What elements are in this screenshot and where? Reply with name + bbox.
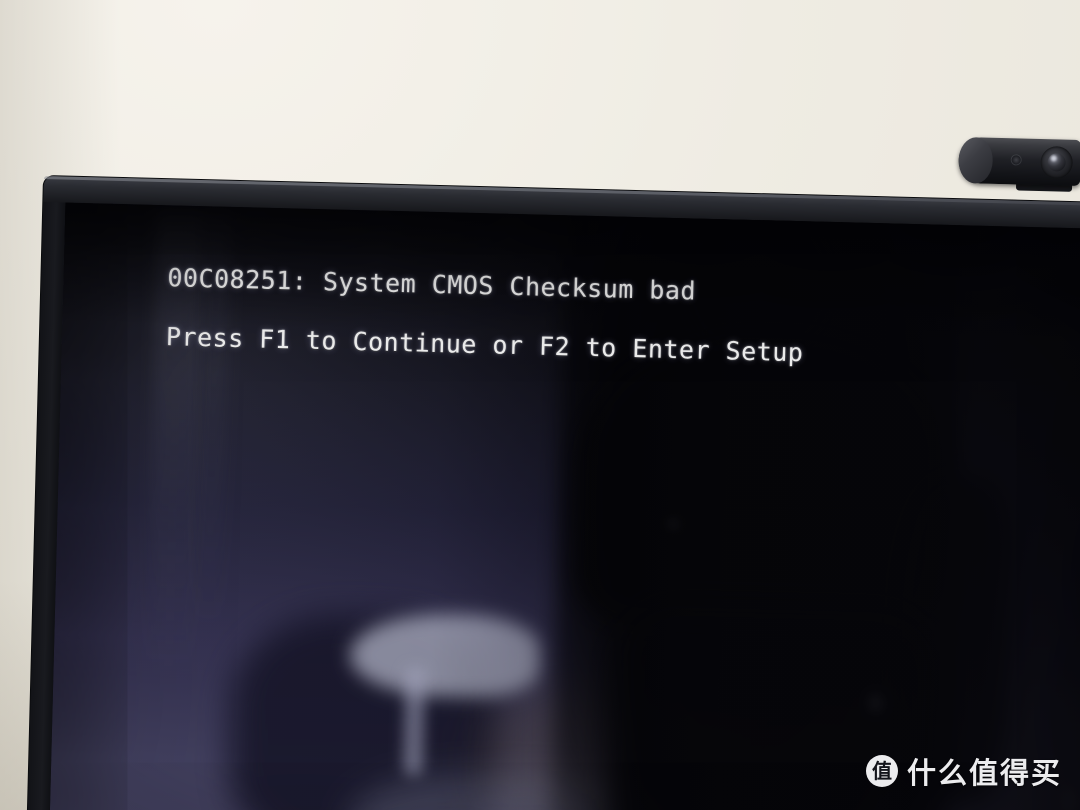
screen-panel: 00C08251: System CMOS Checksum bad Press… — [48, 202, 1080, 810]
webcam-icon — [958, 133, 1080, 192]
bios-message-block: 00C08251: System CMOS Checksum bad Press… — [166, 263, 806, 367]
watermark-badge-icon: 值 — [865, 755, 898, 787]
television: BRAVIA 00C0825 — [26, 176, 1080, 810]
photo-canvas: BRAVIA 00C0825 — [0, 0, 1080, 810]
webcam-lens-highlight — [1050, 155, 1057, 162]
watermark: 值 什么值得买 — [865, 750, 1062, 792]
watermark-text: 什么值得买 — [906, 756, 1062, 790]
